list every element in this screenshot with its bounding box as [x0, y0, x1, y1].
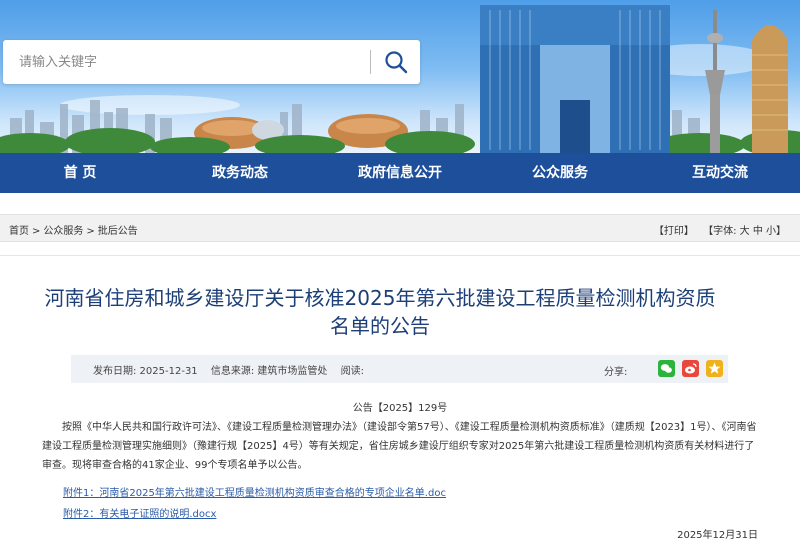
- breadcrumb-separator: >: [32, 226, 41, 237]
- page-tools: 【打印】 【字体: 大 中 小】: [654, 222, 786, 237]
- attachment-link[interactable]: 附件2：有关电子证照的说明.docx: [63, 505, 216, 520]
- article: 河南省住房和城乡建设厅关于核准2025年第六批建设工程质量检测机构资质名单的公告…: [0, 255, 800, 555]
- document-number: 公告【2025】129号: [352, 403, 448, 414]
- search-button[interactable]: [377, 44, 417, 80]
- article-body: 按照《中华人民共和国行政许可法》、《建设工程质量检测管理办法》（建设部令第57号…: [42, 422, 757, 471]
- search-box: [3, 40, 420, 84]
- breadcrumb: 首页 > 公众服务 > 批后公告: [9, 222, 138, 237]
- search-divider: [370, 50, 371, 74]
- article-meta: 发布日期: 2025-12-31 信息来源: 建筑市场监管处 阅读:: [93, 362, 374, 377]
- nav-item-info-disclosure[interactable]: 政府信息公开: [320, 153, 480, 193]
- favorite-button[interactable]: [706, 360, 723, 377]
- star-icon: [708, 362, 721, 374]
- breadcrumb-bar: 首页 > 公众服务 > 批后公告 【打印】 【字体: 大 中 小】: [0, 214, 800, 242]
- weibo-icon: [685, 363, 697, 374]
- wechat-icon: [660, 364, 672, 373]
- search-icon: [385, 51, 408, 74]
- breadcrumb-public-service[interactable]: 公众服务: [43, 226, 83, 237]
- nav-item-home[interactable]: 首 页: [0, 153, 160, 193]
- main-nav: 首 页 政务动态 政府信息公开 公众服务 互动交流: [0, 153, 800, 193]
- wechat-share-button[interactable]: [658, 360, 675, 377]
- weibo-share-button[interactable]: [682, 360, 699, 377]
- header-banner: [0, 0, 800, 153]
- signed-date: 2025年12月31日: [677, 530, 758, 541]
- nav-item-news[interactable]: 政务动态: [160, 153, 320, 193]
- breadcrumb-announcements[interactable]: 批后公告: [98, 226, 138, 237]
- nav-item-interaction[interactable]: 互动交流: [640, 153, 800, 193]
- font-size-control[interactable]: 【字体: 大 中 小】: [703, 226, 786, 237]
- attachment-link[interactable]: 附件1：河南省2025年第六批建设工程质量检测机构资质审查合格的专项企业名单.d…: [63, 484, 446, 499]
- breadcrumb-separator: >: [86, 226, 95, 237]
- article-meta-bar: 发布日期: 2025-12-31 信息来源: 建筑市场监管处 阅读: 分享:: [71, 355, 728, 383]
- share-label: 分享:: [604, 367, 628, 378]
- breadcrumb-home[interactable]: 首页: [9, 226, 29, 237]
- nav-item-public-service[interactable]: 公众服务: [480, 153, 640, 193]
- article-title: 河南省住房和城乡建设厅关于核准2025年第六批建设工程质量检测机构资质名单的公告: [44, 286, 716, 338]
- publish-date: 发布日期: 2025-12-31: [93, 366, 198, 377]
- print-button[interactable]: 【打印】: [654, 226, 694, 237]
- info-source: 信息来源: 建筑市场监管处: [210, 366, 328, 377]
- view-count: 阅读:: [340, 366, 364, 377]
- search-input[interactable]: [3, 40, 363, 84]
